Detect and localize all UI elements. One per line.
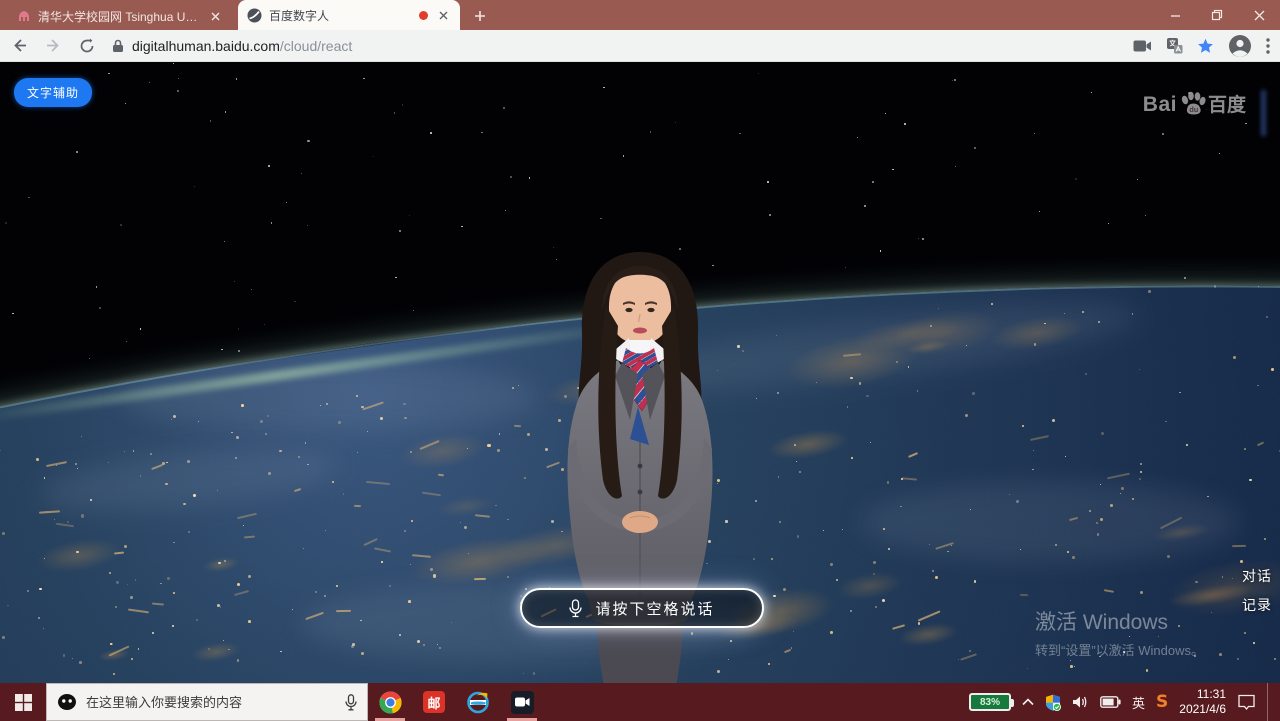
tab-title: 清华大学校园网 Tsinghua Univ [38, 8, 200, 25]
browser-tab-bar: 清华大学校园网 Tsinghua Univ 百度数字人 [0, 0, 1280, 30]
tab-close-icon[interactable] [435, 7, 451, 23]
tab-digitalhuman[interactable]: 百度数字人 [238, 0, 460, 30]
new-tab-button[interactable] [466, 2, 494, 30]
back-button[interactable] [4, 32, 34, 60]
windows-taskbar: 邮 83% [0, 683, 1280, 721]
svg-text:du: du [1189, 105, 1199, 114]
defender-shield-icon[interactable] [1045, 694, 1061, 711]
clock-widget[interactable]: 11:31 2021/4/6 [1179, 687, 1226, 717]
tab-tsinghua[interactable]: 清华大学校园网 Tsinghua Univ [8, 2, 232, 30]
screen: 清华大学校园网 Tsinghua Univ 百度数字人 [0, 0, 1280, 721]
tray-expand-chevron-icon[interactable] [1022, 698, 1034, 706]
browser-toolbar: digitalhuman.baidu.com/cloud/react [0, 30, 1280, 62]
url-host: digitalhuman.baidu.com [132, 38, 280, 54]
tsinghua-favicon [17, 9, 31, 23]
window-controls [1154, 0, 1280, 30]
camera-icon[interactable] [1133, 39, 1152, 53]
taskbar-search-input[interactable] [86, 695, 336, 710]
push-to-talk-label: 请按下空格说话 [595, 598, 714, 619]
microphone-icon [569, 599, 582, 618]
windows-logo-icon [15, 694, 32, 711]
restore-button[interactable] [1196, 0, 1238, 30]
taskbar-mail-icon[interactable]: 邮 [412, 683, 456, 721]
baidu-logo-cn: 百度 [1208, 90, 1246, 117]
toolbar-actions [1133, 34, 1270, 58]
reload-button[interactable] [72, 32, 102, 60]
record-button[interactable]: 记录 [1242, 595, 1272, 615]
translate-icon[interactable] [1166, 37, 1183, 54]
sogou-input-icon[interactable]: S [1156, 692, 1168, 712]
show-desktop-button[interactable] [1267, 683, 1272, 721]
battery-status-icon[interactable] [1100, 696, 1121, 708]
lens-flare [1261, 90, 1266, 136]
activate-line2: 转到“设置”以激活 Windows。 [1035, 640, 1204, 659]
action-center-icon[interactable] [1237, 694, 1256, 711]
activate-line1: 激活 Windows [1035, 606, 1204, 636]
url-text: digitalhuman.baidu.com/cloud/react [132, 38, 352, 54]
taskbar-search-box[interactable] [46, 683, 368, 721]
address-bar[interactable]: digitalhuman.baidu.com/cloud/react [112, 38, 1133, 54]
text-assist-button[interactable]: 文字辅助 [14, 78, 92, 107]
mail-glyph: 邮 [427, 693, 440, 712]
clock-time: 11:31 [1179, 687, 1226, 702]
battery-percent-label: 83% [980, 697, 1000, 708]
activate-windows-watermark: 激活 Windows 转到“设置”以激活 Windows。 [1035, 606, 1204, 659]
bookmark-star-icon[interactable] [1197, 38, 1214, 54]
url-path: /cloud/react [280, 38, 352, 54]
tab-close-icon[interactable] [207, 8, 223, 24]
side-menu: 对话 记录 [1242, 566, 1272, 615]
system-tray: 83% 英 S 11:31 2021/4/6 [969, 683, 1280, 721]
close-window-button[interactable] [1238, 0, 1280, 30]
language-indicator[interactable]: 英 [1132, 693, 1145, 712]
clock-date: 2021/4/6 [1179, 702, 1226, 717]
baidu-logo-bai: Bai [1143, 93, 1177, 117]
baidu-logo: Bai du 百度 [1143, 90, 1246, 117]
lock-icon [112, 39, 124, 53]
digital-human-viewport: 文字辅助 Bai du 百度 请按下空格说话 对话 记录 [0, 62, 1280, 683]
minimize-button[interactable] [1154, 0, 1196, 30]
taskbar-camera-icon[interactable] [500, 683, 544, 721]
taskbar-chrome-icon[interactable] [368, 683, 412, 721]
start-button[interactable] [0, 683, 46, 721]
push-to-talk-button[interactable]: 请按下空格说话 [520, 588, 764, 628]
forward-button[interactable] [38, 32, 68, 60]
globe-favicon [247, 8, 262, 23]
dialog-button[interactable]: 对话 [1242, 566, 1272, 586]
profile-avatar-icon[interactable] [1228, 34, 1252, 58]
baidu-paw-icon: du [1179, 91, 1206, 117]
search-mic-icon[interactable] [345, 694, 357, 711]
taskbar-ie-icon[interactable] [456, 683, 500, 721]
speaker-icon[interactable] [1072, 695, 1089, 709]
menu-dots-icon[interactable] [1266, 38, 1270, 54]
recording-indicator-icon [419, 11, 428, 20]
assistant-icon [57, 693, 77, 711]
battery-widget[interactable]: 83% [969, 693, 1011, 711]
tab-title: 百度数字人 [269, 7, 412, 24]
